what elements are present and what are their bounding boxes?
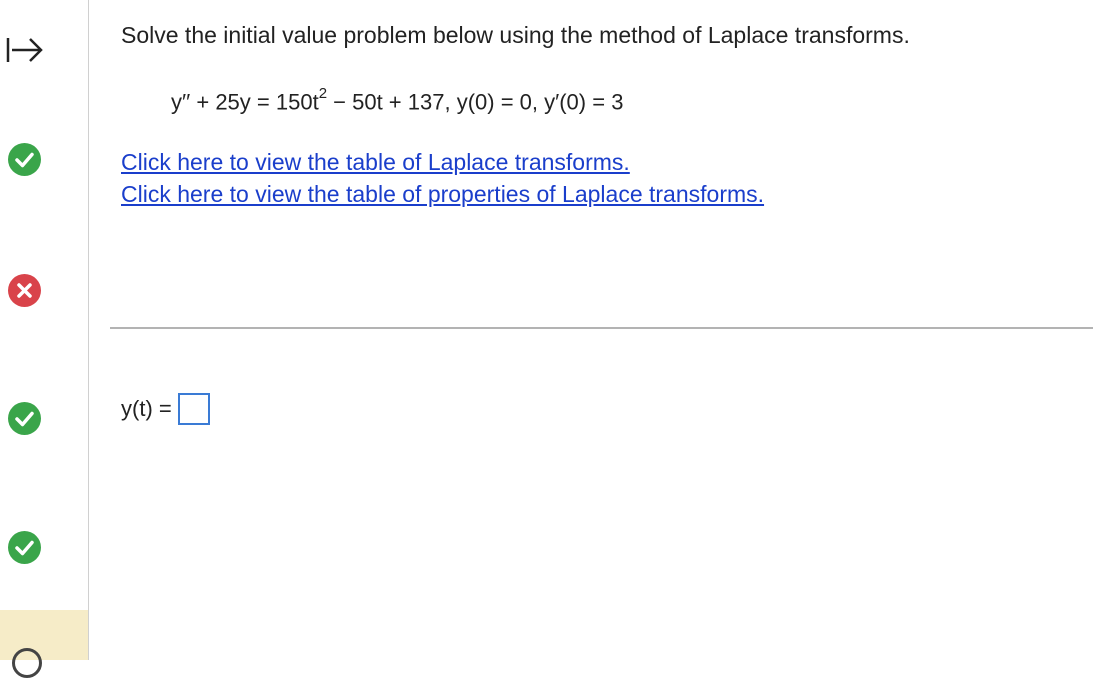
question-1-status-correct[interactable]: [8, 143, 41, 176]
current-question-circle-icon: [12, 648, 42, 678]
checkmark-icon: [8, 402, 41, 435]
cross-icon: [8, 274, 41, 307]
question-2-status-incorrect[interactable]: [8, 274, 41, 307]
section-divider: [110, 327, 1093, 329]
question-sidebar: [0, 0, 89, 678]
question-4-status-correct[interactable]: [8, 531, 41, 564]
answer-label: y(t) =: [121, 396, 172, 421]
answer-row: y(t) =: [121, 393, 210, 425]
reference-links: Click here to view the table of Laplace …: [121, 146, 764, 210]
expand-arrow-icon[interactable]: [3, 30, 45, 70]
equation-lhs: y′′ + 25y = 150t: [171, 89, 319, 115]
equation-rest: − 50t + 137, y(0) = 0, y′(0) = 3: [327, 89, 624, 115]
answer-input[interactable]: [177, 393, 210, 425]
question-3-status-correct[interactable]: [8, 402, 41, 435]
current-question-highlight[interactable]: [0, 610, 88, 660]
question-panel: Solve the initial value problem below us…: [89, 0, 1093, 660]
laplace-table-link[interactable]: Click here to view the table of Laplace …: [121, 146, 764, 178]
checkmark-icon: [8, 531, 41, 564]
differential-equation: y′′ + 25y = 150t2 − 50t + 137, y(0) = 0,…: [171, 85, 624, 115]
question-instruction: Solve the initial value problem below us…: [121, 22, 910, 48]
equation-exponent: 2: [318, 85, 328, 102]
laplace-properties-link[interactable]: Click here to view the table of properti…: [121, 178, 764, 210]
checkmark-icon: [8, 143, 41, 176]
